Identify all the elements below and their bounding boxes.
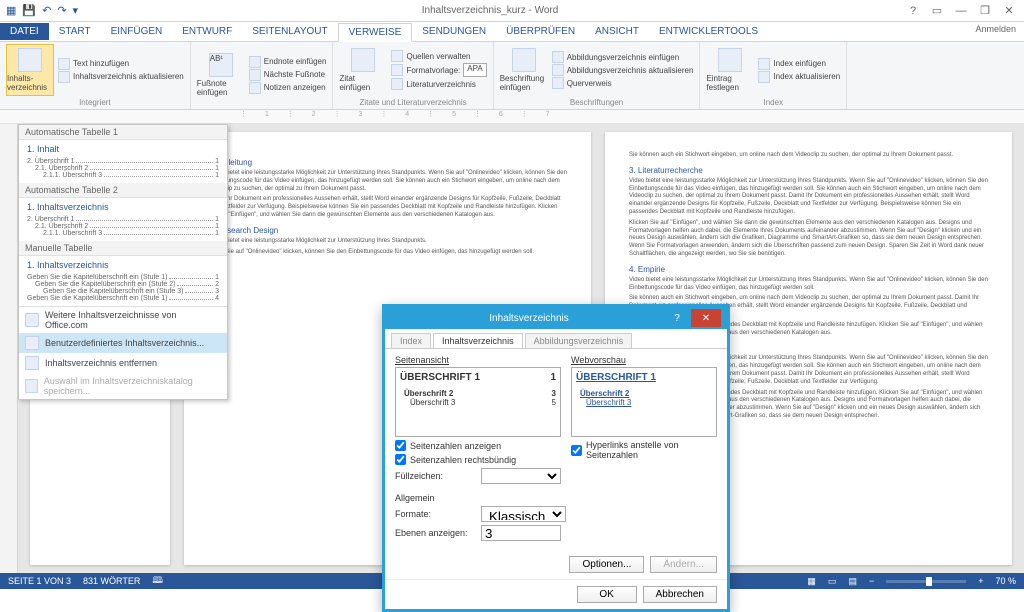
view-web-icon[interactable]: ▤ <box>848 576 857 587</box>
dlg-tab-fig[interactable]: Abbildungsverzeichnis <box>525 333 633 348</box>
restore-icon[interactable]: ❐ <box>974 2 996 20</box>
print-preview-label: Seitenansicht <box>395 355 561 365</box>
chk-pagenums[interactable] <box>395 440 406 451</box>
tab-sendungen[interactable]: SENDUNGEN <box>412 23 496 40</box>
zoom-slider[interactable] <box>886 580 966 583</box>
ribbon-tabs: DATEI START EINFÜGEN ENTWURF SEITENLAYOU… <box>0 22 1024 42</box>
dialog-help-icon[interactable]: ? <box>667 313 687 324</box>
page-indicator[interactable]: SEITE 1 VON 3 <box>8 576 71 586</box>
workspace: Automatische Tabelle 1 1. Inhalt 2. Über… <box>0 124 1024 573</box>
footnote-button[interactable]: AB¹Fußnote einfügen <box>197 44 245 105</box>
chk-hyperlinks[interactable] <box>571 445 582 456</box>
view-read-icon[interactable]: ▭ <box>828 576 837 587</box>
options-button[interactable]: Optionen... <box>569 556 644 573</box>
tab-ansicht[interactable]: ANSICHT <box>585 23 649 40</box>
endnote-button[interactable]: Endnote einfügen <box>249 56 327 68</box>
more-toc-office-item[interactable]: Weitere Inhaltsverzeichnisse von Office.… <box>19 307 227 333</box>
gallery-header-auto1: Automatische Tabelle 1 <box>19 125 227 140</box>
toc-icon <box>18 48 42 72</box>
save-selection-item: Auswahl im Inhaltsverzeichniskatalog spe… <box>19 373 227 399</box>
insert-index-button[interactable]: Index einfügen <box>758 58 840 70</box>
chk-rightalign[interactable] <box>395 454 406 465</box>
close-icon[interactable]: ✕ <box>998 2 1020 20</box>
zoom-out-icon[interactable]: − <box>869 576 874 586</box>
crossref-button[interactable]: Querverweis <box>552 77 694 89</box>
caption-button[interactable]: Beschriftung einfügen <box>500 44 548 96</box>
undo-icon[interactable]: ↶ <box>42 4 51 17</box>
show-notes-button[interactable]: Notizen anzeigen <box>249 82 327 94</box>
group-label-toc: Integriert <box>6 96 184 107</box>
zoom-in-icon[interactable]: + <box>978 576 983 586</box>
sign-in-link[interactable]: Anmelden <box>975 24 1016 34</box>
fillchar-select[interactable] <box>481 468 561 484</box>
web-preview-box: ÜBERSCHRIFT 1 Überschrift 2 Überschrift … <box>571 367 717 437</box>
tab-datei[interactable]: DATEI <box>0 23 49 40</box>
citation-button[interactable]: Zitat einfügen <box>339 44 387 96</box>
titlebar: ▦ 💾 ↶ ↷ ▾ Inhaltsverzeichnis_kurz - Word… <box>0 0 1024 22</box>
modify-button: Ändern... <box>650 556 717 573</box>
redo-icon[interactable]: ↷ <box>57 4 66 17</box>
toc-button[interactable]: Inhalts- verzeichnis <box>6 44 54 96</box>
help-icon[interactable]: ? <box>902 2 924 20</box>
tab-entwickler[interactable]: ENTWICKLERTOOLS <box>649 23 768 40</box>
tab-entwurf[interactable]: ENTWURF <box>172 23 242 40</box>
window-title: Inhaltsverzeichnis_kurz - Word <box>78 5 902 16</box>
dialog-close-icon[interactable]: ✕ <box>691 309 721 327</box>
toc-dialog: Inhaltsverzeichnis ? ✕ Index Inhaltsverz… <box>382 304 730 612</box>
dlg-tab-index[interactable]: Index <box>391 333 431 348</box>
gallery-header-auto2: Automatische Tabelle 2 <box>19 183 227 198</box>
footnote-icon: AB¹ <box>209 53 233 77</box>
toc-gallery-dropdown: Automatische Tabelle 1 1. Inhalt 2. Über… <box>18 124 228 400</box>
language-icon[interactable]: 🕮 <box>152 573 163 589</box>
next-footnote-button[interactable]: Nächste Fußnote <box>249 69 327 81</box>
gallery-item-auto1[interactable]: 1. Inhalt 2. Überschrift 11 2.1. Übersch… <box>19 140 227 183</box>
minimize-icon[interactable]: — <box>950 2 972 20</box>
insert-fig-list-button[interactable]: Abbildungsverzeichnis einfügen <box>552 51 694 63</box>
zoom-value[interactable]: 70 % <box>995 576 1016 586</box>
custom-toc-icon <box>25 336 39 350</box>
update-toc-button[interactable]: Inhaltsverzeichnis aktualisieren <box>58 71 184 83</box>
custom-toc-item[interactable]: Benutzerdefiniertes Inhaltsverzeichnis..… <box>19 333 227 353</box>
caption-icon <box>512 48 536 72</box>
view-print-icon[interactable]: ▦ <box>807 576 816 587</box>
left-margin-bar <box>0 124 18 573</box>
update-fig-list-button[interactable]: Abbildungsverzeichnis aktualisieren <box>552 64 694 76</box>
word-count[interactable]: 831 WÖRTER <box>83 576 140 586</box>
add-text-button[interactable]: Text hinzufügen <box>58 58 184 70</box>
style-combo[interactable]: Formatvorlage: APA <box>391 63 486 77</box>
gallery-item-auto2[interactable]: 1. Inhaltsverzeichnis 2. Überschrift 11 … <box>19 198 227 241</box>
globe-icon <box>25 313 39 327</box>
tab-verweise[interactable]: VERWEISE <box>338 23 413 42</box>
quick-access-toolbar: ▦ 💾 ↶ ↷ ▾ <box>0 4 78 17</box>
tab-einfuegen[interactable]: EINFÜGEN <box>101 23 173 40</box>
remove-toc-item[interactable]: Inhaltsverzeichnis entfernen <box>19 353 227 373</box>
ribbon-display-icon[interactable]: ▭ <box>926 2 948 20</box>
mark-entry-button[interactable]: Eintrag festlegen <box>706 44 754 96</box>
citation-icon <box>351 48 375 72</box>
tab-start[interactable]: START <box>49 23 101 40</box>
save-icon[interactable]: 💾 <box>22 4 36 17</box>
gallery-header-manual: Manuelle Tabelle <box>19 241 227 256</box>
remove-icon <box>25 356 39 370</box>
print-preview-box: ÜBERSCHRIFT 11 Überschrift 23 Überschrif… <box>395 367 561 437</box>
save-gallery-icon <box>25 379 38 393</box>
tab-seitenlayout[interactable]: SEITENLAYOUT <box>242 23 337 40</box>
bibliography-button[interactable]: Literaturverzeichnis <box>391 78 486 90</box>
web-preview-label: Webvorschau <box>571 355 717 365</box>
general-label: Allgemein <box>395 493 717 503</box>
gallery-item-manual[interactable]: 1. Inhaltsverzeichnis Geben Sie die Kapi… <box>19 256 227 306</box>
index-icon <box>718 48 742 72</box>
ruler: ⋮ 1 ⋮ 2 ⋮ 3 ⋮ 4 ⋮ 5 ⋮ 6 ⋮ 7 <box>0 110 1024 124</box>
dialog-title: Inhaltsverzeichnis <box>391 313 667 324</box>
formats-select[interactable]: Klassisch <box>481 506 566 522</box>
dlg-tab-toc[interactable]: Inhaltsverzeichnis <box>433 333 523 348</box>
levels-spinner[interactable] <box>481 525 561 541</box>
tab-ueberpruefen[interactable]: ÜBERPRÜFEN <box>496 23 585 40</box>
ribbon: Inhalts- verzeichnis Text hinzufügen Inh… <box>0 42 1024 110</box>
word-icon: ▦ <box>6 4 16 17</box>
update-index-button[interactable]: Index aktualisieren <box>758 71 840 83</box>
manage-sources-button[interactable]: Quellen verwalten <box>391 50 486 62</box>
